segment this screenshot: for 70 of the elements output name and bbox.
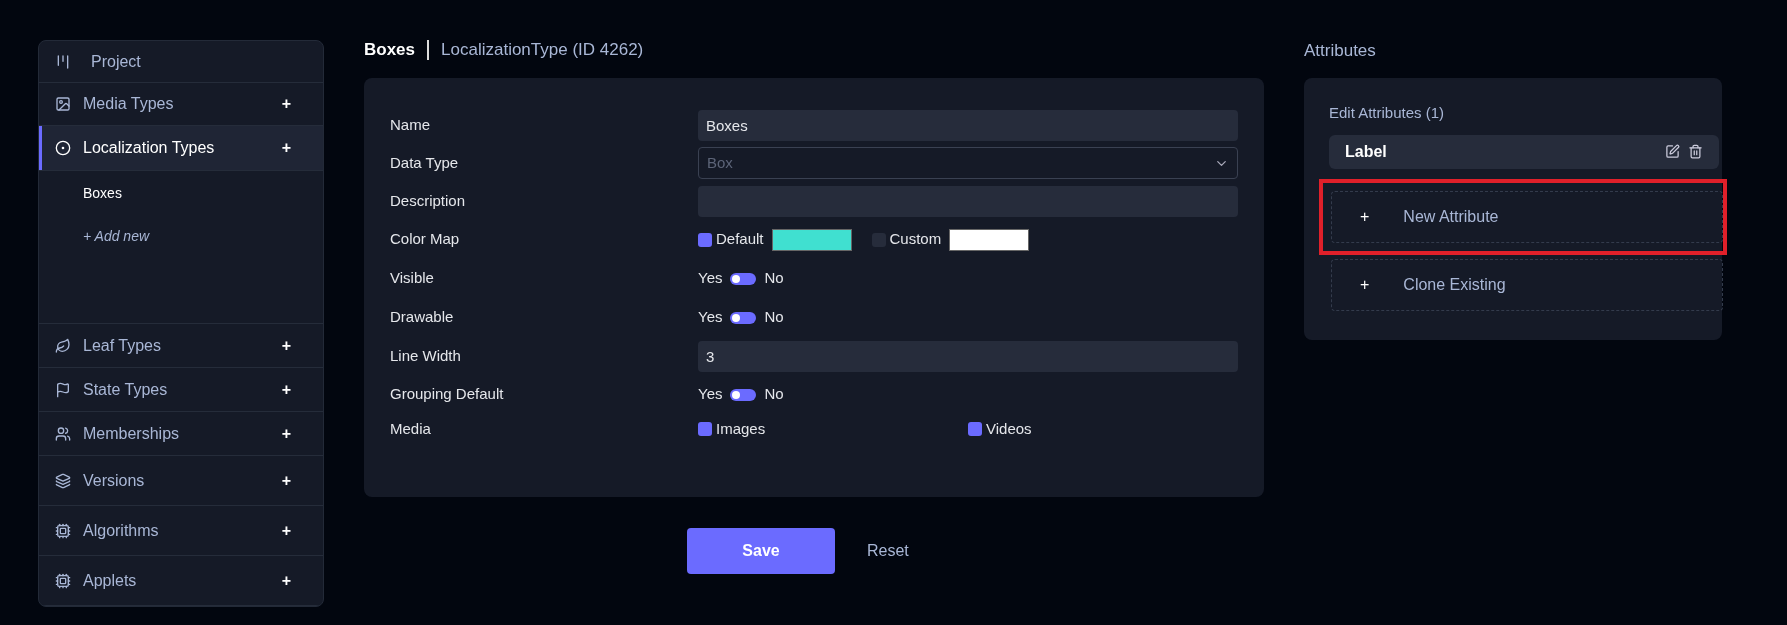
sidebar-item[interactable]: Project xyxy=(39,41,323,83)
layers-icon xyxy=(55,472,71,489)
section-title: Attributes xyxy=(1304,40,1377,62)
field-label: Description xyxy=(390,190,467,211)
flag-icon xyxy=(55,381,71,398)
color-swatch[interactable] xyxy=(949,228,1030,251)
yes-label: Yes xyxy=(698,307,723,328)
checkbox[interactable] xyxy=(698,422,712,436)
attribute-name: Label xyxy=(1345,141,1388,162)
add-attribute-button[interactable]: + New Attribute xyxy=(1331,190,1723,243)
sidebar-item[interactable]: Algorithms + xyxy=(39,506,323,556)
toggle-switch[interactable] xyxy=(730,272,757,285)
page-subtitle: LocalizationType (ID 4262) xyxy=(441,39,644,62)
field-label: Data Type xyxy=(390,152,460,173)
field-label: Media xyxy=(390,418,432,439)
add-new-link[interactable]: + Add new xyxy=(83,226,323,247)
chip-icon xyxy=(55,522,71,539)
attribute-row[interactable]: Label xyxy=(1329,134,1719,169)
checkbox-label: Videos xyxy=(986,418,1032,439)
field-label: Name xyxy=(390,114,431,135)
add-icon[interactable]: + xyxy=(281,377,291,402)
image-icon xyxy=(55,96,71,112)
sidebar-item[interactable]: Applets + xyxy=(39,556,323,606)
field-label: Line Width xyxy=(390,345,462,366)
sidebar-item[interactable]: Leaf Types + xyxy=(39,324,323,368)
board-icon xyxy=(55,53,71,70)
no-label: No xyxy=(764,268,784,289)
field-label: Visible xyxy=(390,268,435,289)
sidebar-item[interactable]: Memberships + xyxy=(39,412,323,456)
toggle-switch[interactable] xyxy=(730,311,757,324)
field-label: Grouping Default xyxy=(390,384,505,405)
input-field[interactable]: 3 xyxy=(698,340,1238,372)
add-attribute-button[interactable]: + Clone Existing xyxy=(1331,258,1723,311)
leaf-icon xyxy=(55,337,71,354)
checkbox[interactable] xyxy=(968,422,982,436)
trash-icon[interactable] xyxy=(1688,144,1703,159)
toggle-switch[interactable] xyxy=(730,388,757,401)
checkbox-label: Custom xyxy=(889,229,942,250)
checkbox-label: Images xyxy=(716,418,766,439)
page-title: Boxes xyxy=(364,39,416,62)
add-icon[interactable]: + xyxy=(281,333,291,358)
sidebar-subitem[interactable]: Boxes xyxy=(83,183,323,204)
checkbox[interactable] xyxy=(698,232,712,247)
save-button[interactable]: Save xyxy=(687,528,835,574)
chip-icon xyxy=(55,572,71,589)
field-label: Drawable xyxy=(390,307,455,328)
add-icon[interactable]: + xyxy=(281,136,291,160)
add-icon[interactable]: + xyxy=(281,421,291,446)
panel-subtitle: Edit Attributes (1) xyxy=(1329,103,1446,123)
add-icon[interactable]: + xyxy=(281,568,291,593)
checkbox-label: Default xyxy=(716,229,764,250)
color-swatch[interactable] xyxy=(771,228,852,251)
plus-icon: + xyxy=(1360,204,1370,229)
input-field[interactable]: Boxes xyxy=(698,109,1238,141)
users-icon xyxy=(55,425,71,442)
no-label: No xyxy=(764,307,784,328)
no-label: No xyxy=(764,384,784,405)
edit-icon[interactable] xyxy=(1665,144,1680,159)
add-icon[interactable]: + xyxy=(281,92,291,116)
target-icon xyxy=(55,140,71,156)
sidebar-item[interactable]: Localization Types + xyxy=(39,126,323,171)
field-label: Color Map xyxy=(390,229,461,250)
yes-label: Yes xyxy=(698,384,723,405)
reset-button[interactable]: Reset xyxy=(867,539,909,563)
add-icon[interactable]: + xyxy=(281,468,291,493)
yes-label: Yes xyxy=(698,268,723,289)
add-icon[interactable]: + xyxy=(281,518,291,543)
sidebar-item[interactable]: State Types + xyxy=(39,368,323,412)
sidebar-item[interactable]: Versions + xyxy=(39,456,323,506)
plus-icon: + xyxy=(1360,272,1370,297)
